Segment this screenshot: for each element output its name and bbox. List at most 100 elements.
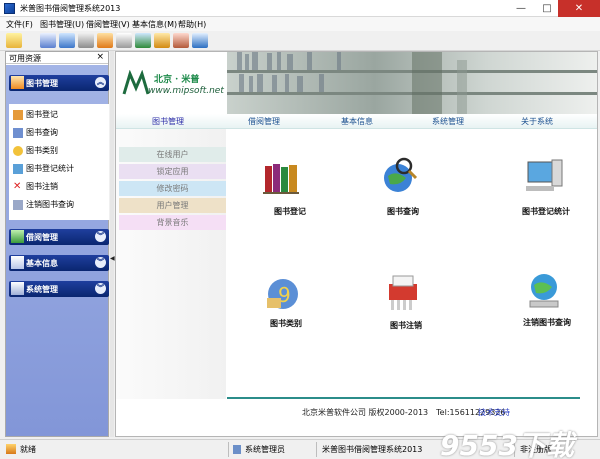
stats-icon xyxy=(13,163,23,174)
window-icon[interactable] xyxy=(59,33,75,48)
tab-borrow-management[interactable]: 借阅管理 xyxy=(248,116,280,127)
watermark-logo: 9553下载 xyxy=(440,429,574,459)
status-separator xyxy=(228,442,229,457)
exit-icon[interactable] xyxy=(192,33,208,48)
section-items: 图书登记 图书查询 图书类别 图书登记统计 ✕ 图书注销 注销图书查询 xyxy=(9,104,109,220)
section-basic-info[interactable]: 基本信息 ︾ xyxy=(9,255,109,271)
tab-book-management[interactable]: 图书管理 xyxy=(152,116,184,127)
module-register-stats[interactable]: 图书登记统计 xyxy=(496,156,596,216)
collapse-icon[interactable]: ︽ xyxy=(95,77,106,88)
section-label: 基本信息 xyxy=(26,259,58,268)
sidebar-item-register-stats[interactable]: 图书登记统计 xyxy=(13,163,74,177)
menu-basic-info[interactable]: 基本信息(M) xyxy=(132,19,177,30)
list-view-icon[interactable] xyxy=(40,33,56,48)
print-icon[interactable] xyxy=(116,33,132,48)
menu-bar: 文件(F) 图书管理(U) 借阅管理(V) 基本信息(M) 帮助(H) xyxy=(0,17,600,31)
home-icon[interactable] xyxy=(97,33,113,48)
option-change-password[interactable]: 修改密码 xyxy=(119,181,226,196)
toolbar xyxy=(0,31,600,51)
status-separator xyxy=(316,442,317,457)
tech-support-link[interactable]: 技术支持 xyxy=(478,407,510,418)
app-icon xyxy=(4,3,15,14)
module-book-register[interactable]: 图书登记 xyxy=(245,160,335,220)
banner: 北京 · 米普 www.mipsoft.net xyxy=(116,52,597,114)
document-icon xyxy=(11,256,24,269)
section-label: 系统管理 xyxy=(26,285,58,294)
quick-options: 在线用户 锁定应用 修改密码 用户管理 背景音乐 xyxy=(116,129,226,399)
status-user: 系统管理员 xyxy=(245,445,285,454)
option-user-management[interactable]: 用户管理 xyxy=(119,198,226,213)
status-ready: 就绪 xyxy=(20,445,36,454)
bookshelf-illustration xyxy=(227,52,597,114)
logo-url: www.mipsoft.net xyxy=(148,86,224,96)
maximize-button[interactable]: □ xyxy=(534,0,560,17)
section-system-management[interactable]: 系统管理 ︾ xyxy=(9,281,109,297)
resource-panel: 可用资源 × 图书管理 ︽ 图书登记 图书查询 图书类别 图书登记统计 ✕ 图书注… xyxy=(5,51,109,437)
title-bar: 米普图书借阅管理系统2013 — □ ✕ xyxy=(0,0,600,17)
library-bookshelf-image xyxy=(227,52,597,114)
sidebar-item-cancelled-query[interactable]: 注销图书查询 xyxy=(13,199,74,213)
tab-bar: 图书管理 借阅管理 基本信息 系统管理 关于系统 xyxy=(116,114,597,129)
search-icon xyxy=(13,199,23,210)
collapse-arrow-icon[interactable]: ◀ xyxy=(110,255,115,262)
module-book-query[interactable]: 图书查询 xyxy=(358,156,448,216)
home-icon xyxy=(11,76,24,89)
menu-book-management[interactable]: 图书管理(U) xyxy=(40,19,84,30)
section-book-management[interactable]: 图书管理 ︽ xyxy=(9,75,109,91)
star-icon xyxy=(13,145,23,156)
section-label: 图书管理 xyxy=(26,79,58,88)
status-app-name: 米普图书借阅管理系统2013 xyxy=(322,445,423,454)
sidebar-item-book-category[interactable]: 图书类别 xyxy=(13,145,58,159)
status-icon xyxy=(6,444,16,454)
expand-icon[interactable]: ︾ xyxy=(95,257,106,268)
panel-splitter[interactable] xyxy=(110,51,114,437)
image-icon[interactable] xyxy=(135,33,151,48)
minimize-button[interactable]: — xyxy=(508,0,534,17)
menu-file[interactable]: 文件(F) xyxy=(6,19,33,30)
book-query-icon xyxy=(13,127,23,138)
borrow-icon xyxy=(11,230,24,243)
lock-icon[interactable] xyxy=(154,33,170,48)
user-status-icon xyxy=(233,445,241,454)
section-label: 借阅管理 xyxy=(26,233,58,242)
shredder-icon xyxy=(389,275,417,310)
sidebar-item-book-register[interactable]: 图书登记 xyxy=(13,109,58,123)
option-background-music[interactable]: 背景音乐 xyxy=(119,215,226,230)
module-book-cancel[interactable]: 图书注销 xyxy=(361,274,451,334)
menu-help[interactable]: 帮助(H) xyxy=(178,19,206,30)
menu-borrow-management[interactable]: 借阅管理(V) xyxy=(86,19,130,30)
expand-icon[interactable]: ︾ xyxy=(95,283,106,294)
books-icon xyxy=(263,164,299,194)
tab-basic-info[interactable]: 基本信息 xyxy=(341,116,373,127)
panel-title: 可用资源 xyxy=(9,54,41,63)
window-title: 米普图书借阅管理系统2013 xyxy=(20,4,121,13)
delete-icon: ✕ xyxy=(13,180,22,192)
panel-header: 可用资源 × xyxy=(6,52,108,64)
option-online-users[interactable]: 在线用户 xyxy=(119,147,226,162)
section-borrow-management[interactable]: 借阅管理 ︾ xyxy=(9,229,109,245)
panel-close-icon[interactable]: × xyxy=(96,52,104,62)
copyright-text: 北京米普软件公司 版权2000-2013 Tel:15611229326 xyxy=(302,408,506,417)
main-content: 北京 · 米普 www.mipsoft.net 图书管理 借阅管理 基本信息 系 xyxy=(115,51,598,437)
panel-body: 图书管理 ︽ 图书登记 图书查询 图书类别 图书登记统计 ✕ 图书注销 注销图书查… xyxy=(6,65,109,436)
expand-icon[interactable]: ︾ xyxy=(95,231,106,242)
category-icon: 9 xyxy=(267,279,298,309)
module-book-category[interactable]: 9 图书类别 xyxy=(241,274,331,334)
module-cancelled-query[interactable]: 注销图书查询 xyxy=(492,271,600,331)
footer-divider xyxy=(227,397,580,399)
user-icon[interactable] xyxy=(173,33,189,48)
tools-icon[interactable] xyxy=(78,33,94,48)
tab-system-management[interactable]: 系统管理 xyxy=(432,116,464,127)
open-folder-icon[interactable] xyxy=(6,33,22,48)
grid-icon xyxy=(11,282,24,295)
globe-network-icon xyxy=(529,274,559,308)
option-lock-app[interactable]: 锁定应用 xyxy=(119,164,226,179)
book-register-icon xyxy=(13,109,23,120)
globe-search-icon xyxy=(384,157,418,192)
close-button[interactable]: ✕ xyxy=(558,0,600,17)
sidebar-item-book-cancel[interactable]: ✕ 图书注销 xyxy=(13,181,58,195)
logo-text: 北京 · 米普 xyxy=(154,75,200,85)
computer-icon xyxy=(526,159,563,191)
tab-about[interactable]: 关于系统 xyxy=(521,116,553,127)
sidebar-item-book-query[interactable]: 图书查询 xyxy=(13,127,58,141)
